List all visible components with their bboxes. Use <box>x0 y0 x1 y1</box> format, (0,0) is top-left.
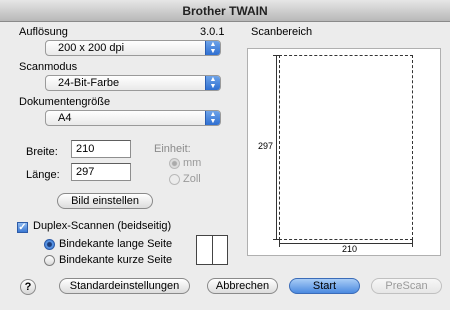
resolution-label: Auflösung <box>19 26 68 38</box>
duplex-checkbox[interactable]: ✓ <box>17 222 28 233</box>
length-field[interactable]: 297 <box>71 163 131 181</box>
unit-mm-radio[interactable] <box>169 158 180 169</box>
binding-long-edge-label: Bindekante lange Seite <box>59 238 173 250</box>
unit-inch-radio[interactable] <box>169 174 180 185</box>
prescan-button[interactable]: PreScan <box>371 278 442 294</box>
document-size-select[interactable]: A4 ▲ ▼ <box>45 110 221 126</box>
chevron-updown-icon: ▲ ▼ <box>205 76 220 90</box>
width-field[interactable]: 210 <box>71 140 131 158</box>
scan-area-preview[interactable]: 210 <box>247 48 441 256</box>
defaults-button[interactable]: Standardeinstellungen <box>59 278 190 294</box>
binding-short-edge-radio[interactable] <box>44 255 55 266</box>
unit-label: Einheit: <box>154 143 191 155</box>
width-dimension-tick-right <box>412 240 413 247</box>
height-dimension-tick-top <box>273 55 280 56</box>
document-size-label: Dokumentengröße <box>19 96 111 108</box>
scan-mode-value: 24-Bit-Farbe <box>58 77 120 89</box>
duplex-binding-icon <box>196 235 228 265</box>
chevron-updown-icon: ▲ ▼ <box>205 111 220 125</box>
version-label: 3.0.1 <box>200 26 225 38</box>
document-size-value: A4 <box>58 112 72 124</box>
scan-mode-select[interactable]: 24-Bit-Farbe ▲ ▼ <box>45 75 221 91</box>
brother-twain-dialog: Brother TWAIN Auflösung 3.0.1 200 x 200 … <box>0 0 450 310</box>
width-label: Breite: <box>26 146 58 158</box>
width-dimension-value: 210 <box>342 244 358 254</box>
unit-mm-label: mm <box>183 157 202 169</box>
unit-inch-label: Zoll <box>183 173 201 185</box>
scan-area-label: Scanbereich <box>251 26 313 38</box>
scan-area-selection[interactable] <box>279 55 413 240</box>
length-label: Länge: <box>26 169 60 181</box>
binding-line <box>212 236 213 264</box>
duplex-label: Duplex-Scannen (beidseitig) <box>33 220 172 232</box>
start-button[interactable]: Start <box>289 278 360 294</box>
width-dimension-tick-left <box>279 240 280 247</box>
window-title: Brother TWAIN <box>182 4 268 18</box>
chevron-updown-icon: ▲ ▼ <box>205 41 220 55</box>
adjust-image-button[interactable]: Bild einstellen <box>57 193 153 209</box>
binding-long-edge-radio[interactable] <box>44 239 55 250</box>
height-dimension-value: 297 <box>258 141 274 151</box>
cancel-button[interactable]: Abbrechen <box>207 278 278 294</box>
scan-mode-label: Scanmodus <box>19 61 78 73</box>
binding-short-edge-label: Bindekante kurze Seite <box>59 254 173 266</box>
help-button[interactable]: ? <box>20 279 36 295</box>
title-bar: Brother TWAIN <box>0 0 450 22</box>
resolution-select[interactable]: 200 x 200 dpi ▲ ▼ <box>45 40 221 56</box>
height-dimension-line <box>276 55 277 240</box>
resolution-value: 200 x 200 dpi <box>58 42 125 54</box>
